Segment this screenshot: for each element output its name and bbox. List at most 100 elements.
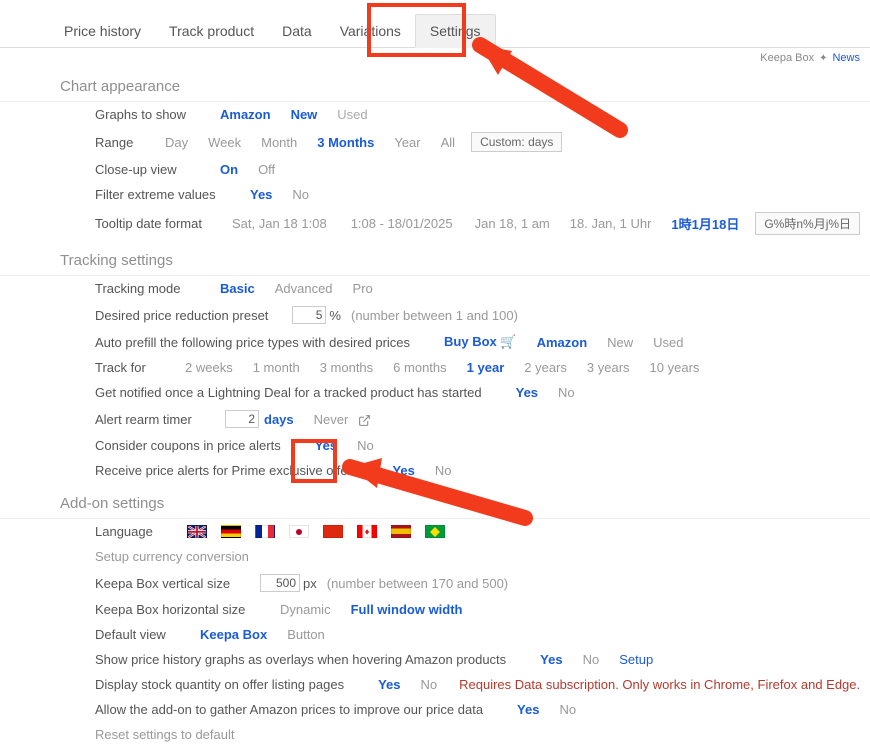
opt-date-3[interactable]: Jan 18, 1 am bbox=[465, 216, 560, 231]
opt-mode-advanced[interactable]: Advanced bbox=[265, 281, 343, 296]
desired-reduction-label: Desired price reduction preset bbox=[95, 308, 292, 323]
opt-1year[interactable]: 1 year bbox=[457, 360, 515, 375]
flag-cn-icon[interactable] bbox=[323, 525, 343, 538]
opt-overlay-yes[interactable]: Yes bbox=[530, 652, 572, 667]
opt-3months[interactable]: 3 Months bbox=[307, 135, 384, 150]
opt-coupons-yes[interactable]: Yes bbox=[305, 438, 347, 453]
coupons-label: Consider coupons in price alerts bbox=[95, 438, 305, 453]
opt-mode-basic[interactable]: Basic bbox=[210, 281, 265, 296]
opt-full-width[interactable]: Full window width bbox=[341, 602, 473, 617]
tooltip-format-label: Tooltip date format bbox=[95, 216, 220, 231]
percent-unit: % bbox=[326, 308, 341, 323]
rearm-label: Alert rearm timer bbox=[95, 412, 225, 427]
section-tracking: Tracking settings bbox=[0, 244, 870, 276]
desired-reduction-input[interactable] bbox=[292, 306, 326, 324]
opt-week[interactable]: Week bbox=[198, 135, 251, 150]
tab-variations[interactable]: Variations bbox=[326, 15, 415, 47]
opt-date-custom[interactable]: G%時n%月j%日 bbox=[755, 212, 860, 235]
opt-stock-yes[interactable]: Yes bbox=[368, 677, 410, 692]
section-addon: Add-on settings bbox=[0, 487, 870, 519]
opt-filter-yes[interactable]: Yes bbox=[240, 187, 282, 202]
opt-view-keepabox[interactable]: Keepa Box bbox=[190, 627, 277, 642]
opt-date-1[interactable]: Sat, Jan 18 1:08 bbox=[220, 216, 339, 231]
rearm-days[interactable]: days bbox=[259, 412, 304, 427]
opt-amazon[interactable]: Amazon bbox=[210, 107, 281, 122]
section-chart-appearance: Chart appearance bbox=[0, 70, 870, 102]
tab-track-product[interactable]: Track product bbox=[155, 15, 268, 47]
external-link-icon[interactable] bbox=[358, 411, 371, 426]
stock-warning: Requires Data subscription. Only works i… bbox=[447, 677, 860, 692]
cart-icon: 🛒 bbox=[500, 334, 516, 349]
opt-date-2[interactable]: 1:08 - 18/01/2025 bbox=[339, 216, 465, 231]
range-label: Range bbox=[95, 135, 155, 150]
custom-days-input[interactable]: Custom: days bbox=[471, 132, 562, 152]
opt-prefill-used[interactable]: Used bbox=[643, 335, 693, 350]
reset-settings-link[interactable]: Reset settings to default bbox=[95, 727, 234, 742]
prime-alerts-label: Receive price alerts for Prime exclusive… bbox=[95, 463, 382, 478]
vsize-hint: (number between 170 and 500) bbox=[317, 576, 508, 591]
flag-br-icon[interactable] bbox=[425, 525, 445, 538]
opt-gather-yes[interactable]: Yes bbox=[507, 702, 549, 717]
tab-price-history[interactable]: Price history bbox=[50, 15, 155, 47]
vsize-input[interactable] bbox=[260, 574, 300, 592]
overlay-setup-link[interactable]: Setup bbox=[609, 652, 663, 667]
flag-de-icon[interactable] bbox=[221, 525, 241, 538]
opt-prefill-new[interactable]: New bbox=[597, 335, 643, 350]
opt-mode-pro[interactable]: Pro bbox=[343, 281, 383, 296]
flag-fr-icon[interactable] bbox=[255, 525, 275, 538]
stock-label: Display stock quantity on offer listing … bbox=[95, 677, 368, 692]
flag-jp-icon[interactable] bbox=[289, 525, 309, 538]
opt-1month[interactable]: 1 month bbox=[243, 360, 310, 375]
opt-prefill-buybox[interactable]: Buy Box 🛒 bbox=[434, 334, 527, 350]
keepa-box-link[interactable]: Keepa Box bbox=[760, 52, 814, 64]
opt-gather-no[interactable]: No bbox=[549, 702, 586, 717]
opt-date-4[interactable]: 18. Jan, 1 Uhr bbox=[560, 216, 662, 231]
opt-used[interactable]: Used bbox=[327, 107, 377, 122]
opt-closeup-on[interactable]: On bbox=[210, 162, 248, 177]
opt-lightning-yes[interactable]: Yes bbox=[506, 385, 548, 400]
opt-2weeks[interactable]: 2 weeks bbox=[175, 360, 243, 375]
opt-filter-no[interactable]: No bbox=[282, 187, 319, 202]
desired-hint: (number between 1 and 100) bbox=[341, 308, 518, 323]
vsize-label: Keepa Box vertical size bbox=[95, 576, 260, 591]
opt-6months[interactable]: 6 months bbox=[383, 360, 456, 375]
opt-2years[interactable]: 2 years bbox=[514, 360, 577, 375]
closeup-label: Close-up view bbox=[95, 162, 210, 177]
opt-rearm-never[interactable]: Never bbox=[304, 412, 359, 427]
opt-year[interactable]: Year bbox=[384, 135, 430, 150]
rearm-input[interactable] bbox=[225, 410, 259, 428]
opt-closeup-off[interactable]: Off bbox=[248, 162, 285, 177]
overlay-label: Show price history graphs as overlays wh… bbox=[95, 652, 530, 667]
filter-extreme-label: Filter extreme values bbox=[95, 187, 240, 202]
defaultview-label: Default view bbox=[95, 627, 190, 642]
opt-stock-no[interactable]: No bbox=[411, 677, 448, 692]
opt-3months[interactable]: 3 months bbox=[310, 360, 383, 375]
flag-uk-icon[interactable] bbox=[187, 525, 207, 538]
opt-all[interactable]: All bbox=[431, 135, 465, 150]
flag-ca-icon[interactable]: ♦ bbox=[357, 525, 377, 538]
opt-day[interactable]: Day bbox=[155, 135, 198, 150]
currency-conversion-link[interactable]: Setup currency conversion bbox=[95, 549, 249, 564]
opt-date-5[interactable]: 1時1月18日 bbox=[661, 214, 749, 233]
flag-es-icon[interactable] bbox=[391, 525, 411, 538]
px-unit: px bbox=[300, 576, 317, 591]
lightning-deal-label: Get notified once a Lightning Deal for a… bbox=[95, 385, 506, 400]
opt-lightning-no[interactable]: No bbox=[548, 385, 585, 400]
graphs-to-show-label: Graphs to show bbox=[95, 107, 210, 122]
language-label: Language bbox=[95, 524, 180, 539]
trackfor-label: Track for bbox=[95, 360, 175, 375]
opt-prime-yes[interactable]: Yes bbox=[382, 463, 424, 478]
opt-month[interactable]: Month bbox=[251, 135, 307, 150]
tab-settings[interactable]: Settings bbox=[415, 14, 496, 48]
news-link[interactable]: News bbox=[832, 52, 860, 64]
opt-view-button[interactable]: Button bbox=[277, 627, 335, 642]
opt-prefill-amazon[interactable]: Amazon bbox=[527, 335, 598, 350]
opt-coupons-no[interactable]: No bbox=[347, 438, 384, 453]
opt-prime-no[interactable]: No bbox=[425, 463, 462, 478]
opt-10years[interactable]: 10 years bbox=[640, 360, 710, 375]
opt-3years[interactable]: 3 years bbox=[577, 360, 640, 375]
opt-overlay-no[interactable]: No bbox=[573, 652, 610, 667]
opt-dynamic[interactable]: Dynamic bbox=[270, 602, 341, 617]
tab-data[interactable]: Data bbox=[268, 15, 326, 47]
opt-new[interactable]: New bbox=[281, 107, 328, 122]
